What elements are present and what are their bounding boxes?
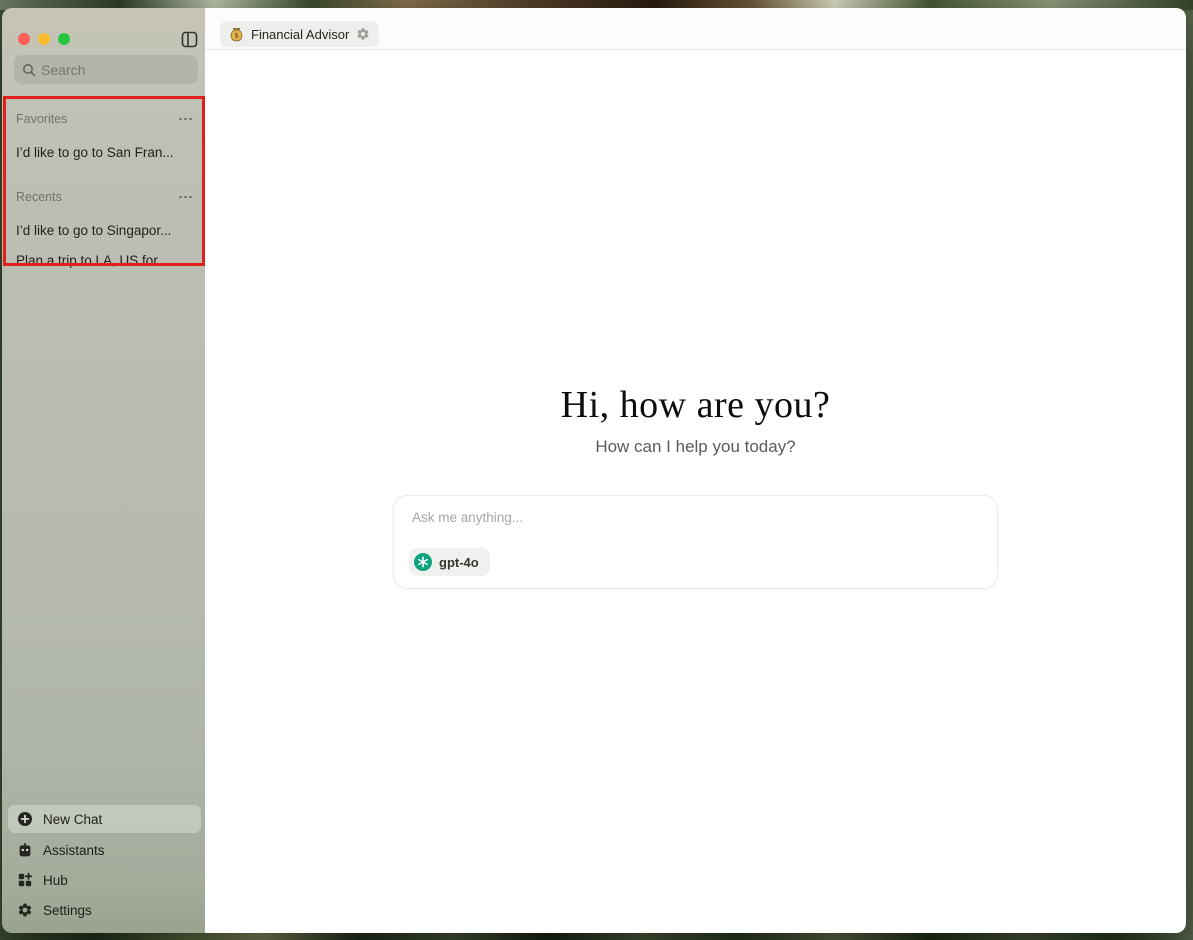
sidebar-footer-menu: New Chat Assistants: [8, 805, 201, 925]
favorites-section-header: Favorites: [16, 111, 195, 127]
plus-circle-icon: [16, 811, 33, 828]
app-window: Favorites I’d like to go to San Fran... …: [2, 8, 1186, 933]
robot-icon: [16, 842, 33, 859]
ellipsis-icon[interactable]: [179, 196, 195, 199]
footer-item-label: Hub: [43, 873, 68, 888]
gear-icon: [16, 902, 33, 919]
greeting-title: Hi, how are you?: [205, 383, 1186, 427]
search-field[interactable]: [14, 55, 198, 84]
search-icon: [22, 63, 36, 77]
search-input[interactable]: [41, 62, 190, 78]
footer-item-label: Assistants: [43, 843, 105, 858]
gear-icon[interactable]: [356, 27, 370, 41]
greeting-subtitle: How can I help you today?: [205, 437, 1186, 457]
svg-text:$: $: [235, 30, 239, 39]
model-label: gpt-4o: [439, 555, 479, 570]
sidebar: Favorites I’d like to go to San Fran... …: [2, 8, 205, 933]
section-label: Favorites: [16, 112, 67, 126]
ellipsis-icon[interactable]: [179, 118, 195, 121]
tab-bar: $ Financial Advisor: [205, 8, 1186, 50]
openai-icon: [414, 553, 432, 571]
recents-section-header: Recents: [16, 189, 195, 205]
tab-label: Financial Advisor: [251, 27, 349, 42]
minimize-button[interactable]: [38, 33, 50, 45]
hub-button[interactable]: Hub: [8, 865, 201, 895]
message-composer[interactable]: gpt-4o: [393, 495, 998, 589]
traffic-lights: [18, 33, 70, 45]
message-input[interactable]: [412, 510, 972, 525]
section-label: Recents: [16, 190, 62, 204]
chat-list-item[interactable]: I’d like to go to Singapor...: [16, 223, 197, 241]
tab-financial-advisor[interactable]: $ Financial Advisor: [220, 21, 379, 47]
close-button[interactable]: [18, 33, 30, 45]
new-chat-button[interactable]: New Chat: [8, 805, 201, 833]
settings-button[interactable]: Settings: [8, 895, 201, 925]
chat-list-item[interactable]: I’d like to go to San Fran...: [16, 145, 197, 163]
footer-item-label: New Chat: [43, 812, 102, 827]
chat-list-item[interactable]: Plan a trip to LA, US for ...: [16, 253, 197, 271]
model-selector[interactable]: gpt-4o: [409, 548, 490, 576]
main-content-area: $ Financial Advisor Hi, how are you? How…: [205, 8, 1186, 933]
hub-grid-icon: [16, 872, 33, 889]
zoom-button[interactable]: [58, 33, 70, 45]
footer-item-label: Settings: [43, 903, 92, 918]
sidebar-toggle-icon[interactable]: [181, 31, 198, 48]
money-bag-icon: $: [229, 27, 244, 42]
assistants-button[interactable]: Assistants: [8, 835, 201, 865]
